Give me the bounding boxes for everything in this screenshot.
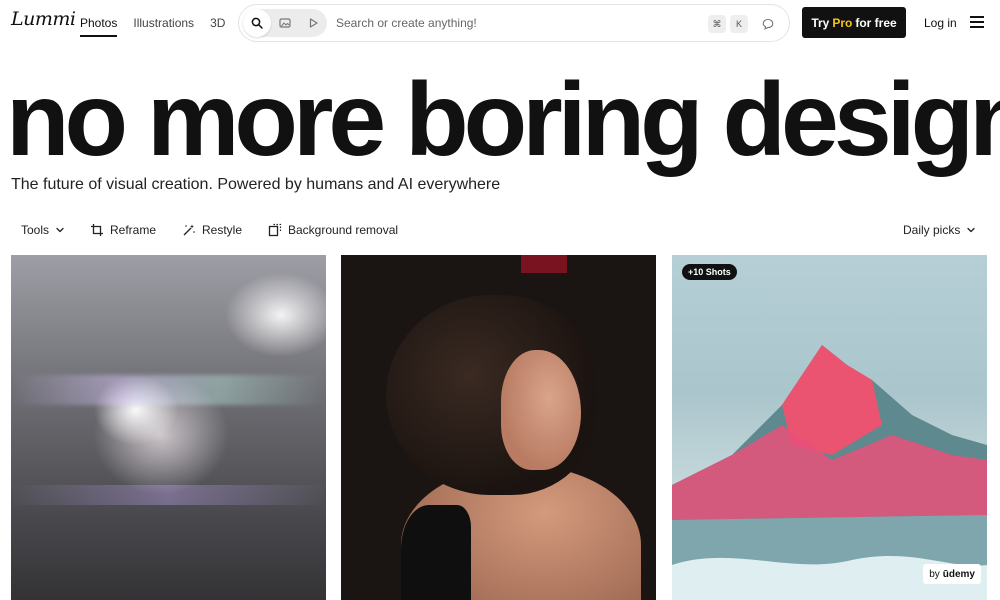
image-card-pink-mountain[interactable]: +10 Shots by ūdemy	[672, 255, 987, 600]
tab-photos[interactable]: Photos	[80, 16, 118, 37]
background-removal-label: Background removal	[288, 223, 399, 237]
sort-label: Daily picks	[903, 223, 961, 237]
pro-word: Pro	[832, 15, 853, 30]
crop-icon	[91, 224, 103, 236]
tools-toolbar: Tools Reframe Restyle Background removal…	[0, 218, 1000, 244]
chat-icon[interactable]	[759, 15, 777, 33]
sponsor-badge[interactable]: by ūdemy	[923, 564, 981, 584]
search-mode-toggle	[243, 9, 327, 37]
chevron-down-icon	[56, 227, 64, 233]
mountain-image	[672, 345, 987, 600]
reframe-tool[interactable]: Reframe	[90, 223, 156, 237]
image-card-crystal-light[interactable]	[11, 255, 326, 600]
k-key-hint: K	[730, 15, 748, 33]
nav-tabs: Photos Illustrations 3D	[80, 16, 225, 37]
background-removal-tool[interactable]: Background removal	[268, 223, 398, 237]
tools-dropdown[interactable]: Tools	[21, 223, 65, 237]
reframe-label: Reframe	[110, 223, 157, 237]
hamburger-menu-icon[interactable]	[970, 16, 984, 28]
image-card-woman-portrait[interactable]	[341, 255, 656, 600]
try-pro-button[interactable]: Try Pro for free	[802, 7, 906, 38]
tools-label: Tools	[21, 223, 50, 237]
page-title: no more boring design	[6, 62, 1000, 178]
logo[interactable]: Lummi	[11, 8, 76, 36]
image-icon[interactable]	[271, 9, 299, 37]
magic-wand-icon	[183, 224, 195, 236]
background-removal-icon	[268, 223, 282, 237]
chevron-down-icon	[967, 227, 976, 233]
play-icon[interactable]	[299, 9, 327, 37]
pro-suffix: for free	[855, 15, 897, 30]
tab-illustrations[interactable]: Illustrations	[133, 16, 194, 36]
search-icon[interactable]	[243, 9, 271, 37]
search-bar[interactable]: Search or create anything! ⌘ K	[238, 4, 790, 42]
sponsor-prefix: by	[929, 568, 940, 580]
command-key-hint: ⌘	[708, 15, 726, 33]
login-link[interactable]: Log in	[924, 16, 957, 30]
tab-3d[interactable]: 3D	[210, 16, 225, 36]
sort-dropdown[interactable]: Daily picks	[903, 223, 976, 237]
shots-badge: +10 Shots	[682, 264, 737, 280]
restyle-label: Restyle	[202, 223, 243, 237]
page-subtitle: The future of visual creation. Powered b…	[11, 176, 501, 193]
pro-prefix: Try	[811, 15, 830, 30]
top-bar: Lummi Photos Illustrations 3D Search or …	[0, 0, 1000, 46]
sponsor-name: ūdemy	[942, 568, 975, 580]
restyle-tool[interactable]: Restyle	[182, 223, 242, 237]
search-input[interactable]: Search or create anything!	[336, 16, 477, 30]
logo-text: Lummi	[11, 8, 76, 30]
